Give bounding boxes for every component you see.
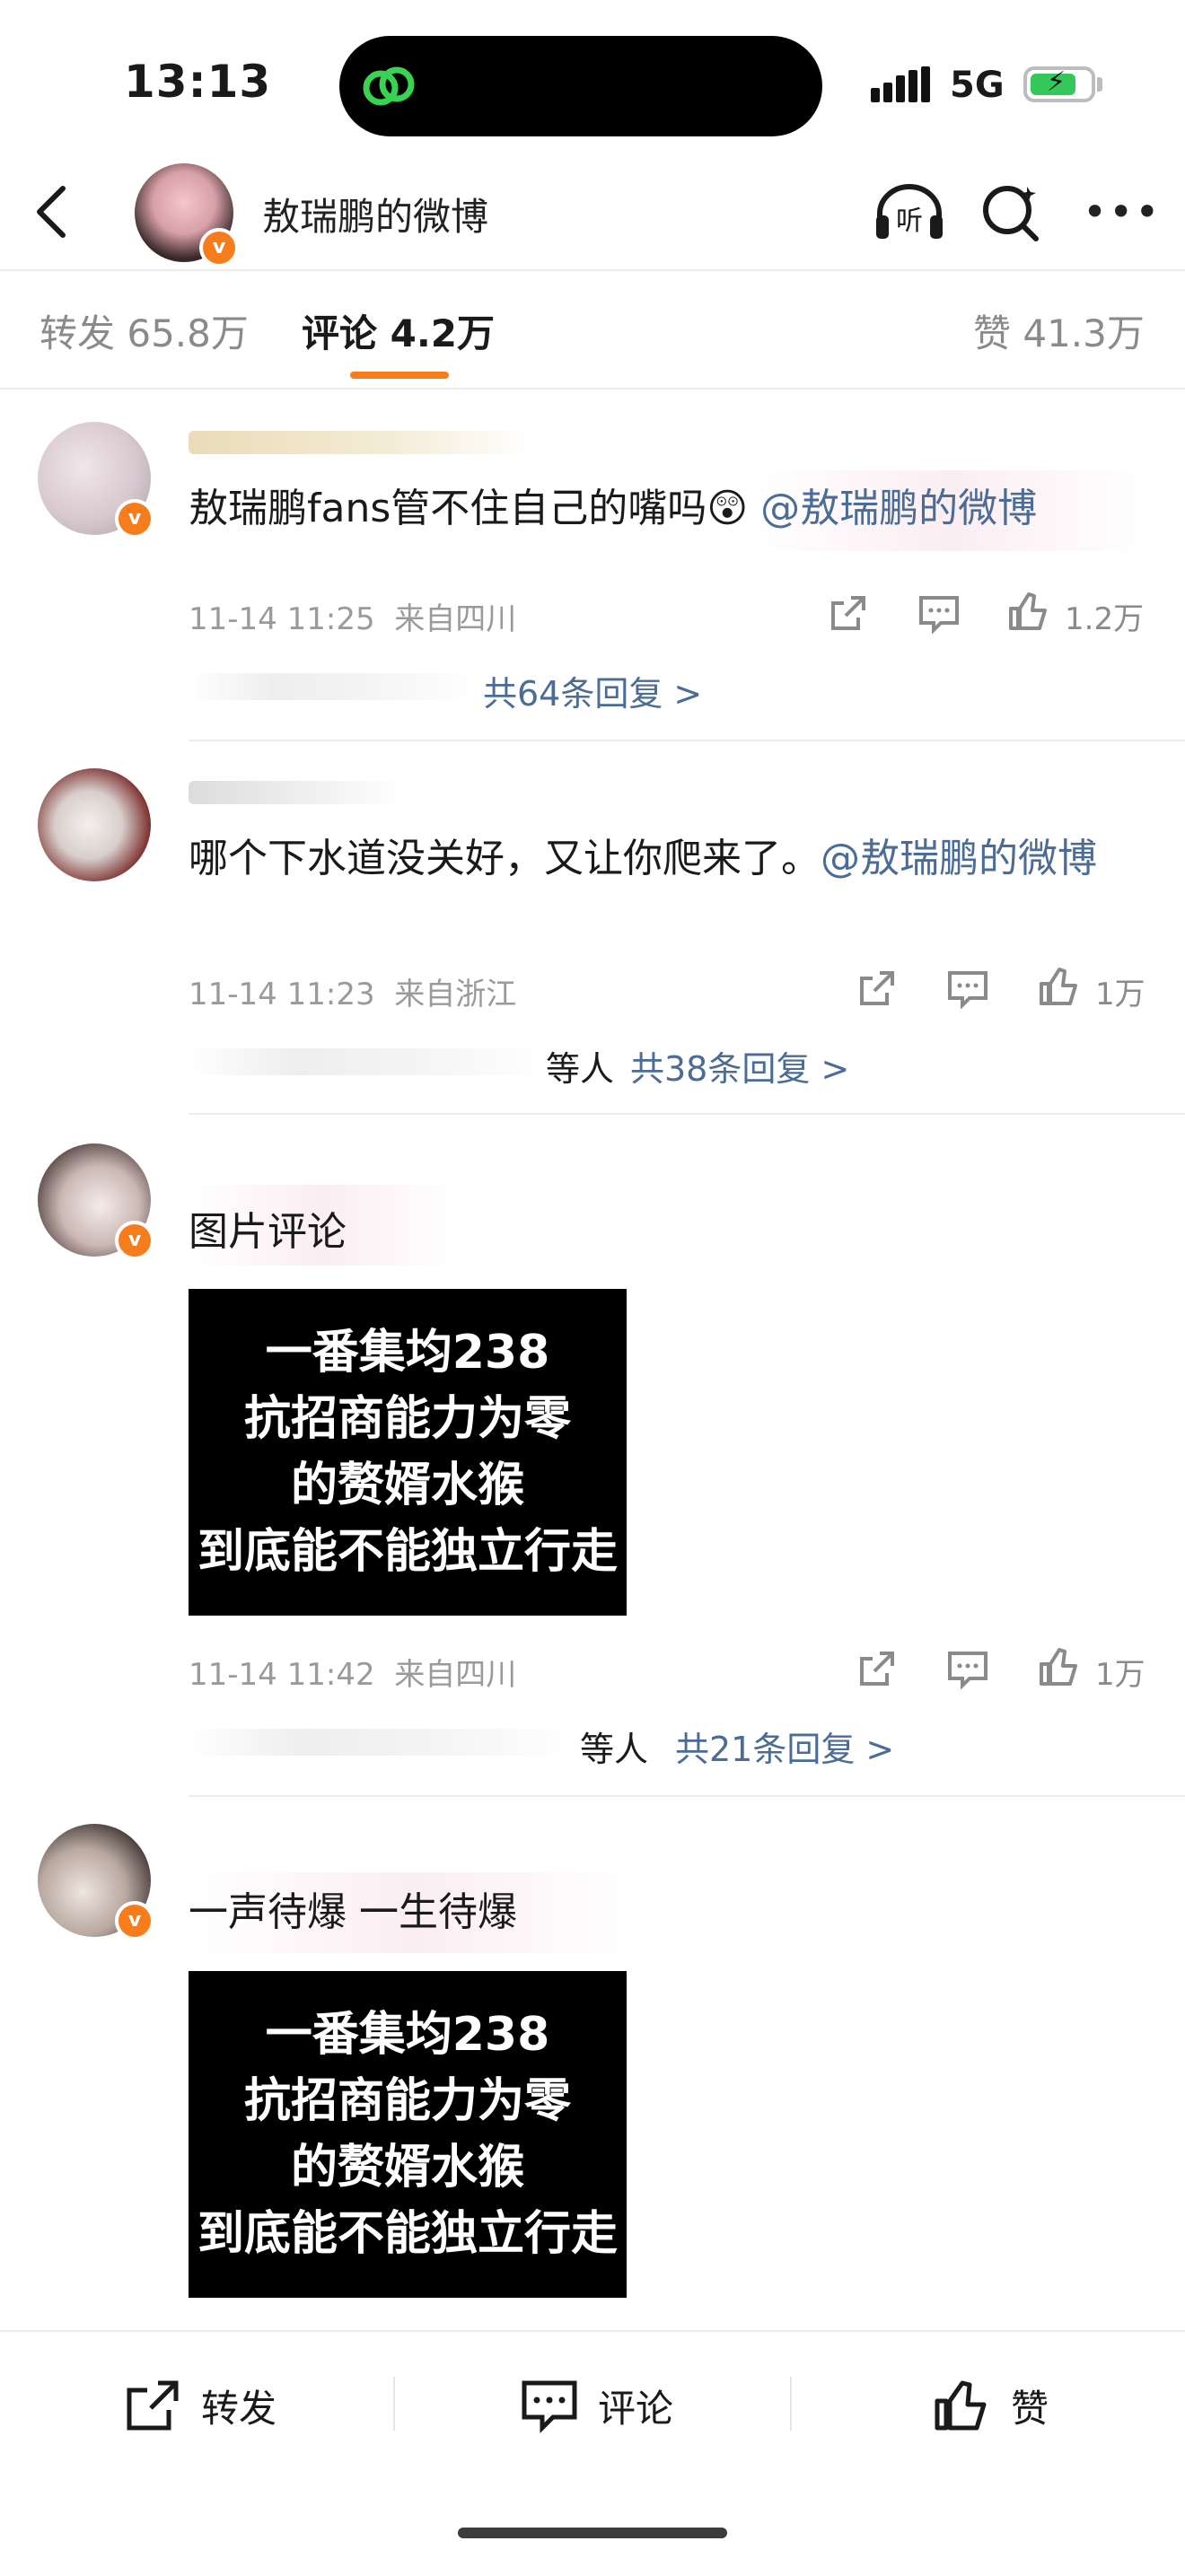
- comment-button[interactable]: 评论: [519, 2370, 673, 2441]
- comment-label: 评论: [598, 2386, 674, 2431]
- share-icon[interactable]: [855, 1648, 898, 1689]
- image-text-line: 到底能不能独立行走: [197, 2207, 618, 2261]
- comment-meta: 11-14 11:42 来自四川: [189, 1657, 517, 1693]
- like-icon[interactable]: [1038, 1646, 1081, 1687]
- comment-avatar[interactable]: v: [38, 422, 154, 539]
- status-time: 13:13: [124, 56, 272, 108]
- image-text-line: 的赘婿水猴: [290, 2141, 524, 2195]
- replier-names-redacted: [189, 1729, 575, 1756]
- page-title[interactable]: 敖瑞鹏的微博: [262, 187, 488, 241]
- profile-avatar[interactable]: v: [135, 163, 239, 267]
- tab-repost[interactable]: 转发 65.8万: [40, 303, 249, 358]
- active-tab-indicator: [350, 372, 449, 379]
- image-text-line: 抗招商能力为零: [243, 2074, 571, 2128]
- like-count: 1.2万: [1065, 601, 1145, 637]
- comment-text: 敖瑞鹏fans管不住自己的嘴吗😲 @敖瑞鹏的微博: [189, 486, 1038, 531]
- dynamic-island: [339, 36, 822, 136]
- comment-meta: 11-14 11:25 来自四川: [189, 601, 517, 637]
- comment-text: 图片评论: [189, 1209, 347, 1255]
- comment-text: 一声待爆 一生待爆: [189, 1889, 517, 1935]
- like-count: 1万: [1095, 977, 1146, 1012]
- image-text-line: 一番集均238: [265, 1326, 550, 1380]
- more-options-icon[interactable]: •••: [1083, 191, 1161, 232]
- home-indicator: [458, 2528, 727, 2538]
- comment-image[interactable]: 一番集均238 抗招商能力为零 的赘婿水猴 到底能不能独立行走: [189, 1289, 627, 1616]
- mention-link[interactable]: @敖瑞鹏的微博: [760, 486, 1037, 531]
- comment-divider: [189, 1113, 1185, 1115]
- comment-avatar[interactable]: v: [38, 1824, 154, 1941]
- comment-icon[interactable]: [946, 968, 989, 1009]
- comment-image[interactable]: 一番集均238 抗招商能力为零 的赘婿水猴 到底能不能独立行走: [189, 1971, 627, 2298]
- like-icon[interactable]: [1007, 591, 1050, 632]
- comment-icon[interactable]: [917, 592, 961, 634]
- signal-icon: [871, 66, 930, 102]
- comment-icon[interactable]: [946, 1648, 989, 1689]
- bottom-separator: [790, 2377, 792, 2431]
- share-icon[interactable]: [855, 968, 898, 1009]
- comment-meta: 11-14 11:23 来自浙江: [189, 977, 517, 1012]
- view-replies-link[interactable]: 共38条回复 >: [630, 1041, 849, 1091]
- repost-label: 转发: [201, 2386, 277, 2431]
- view-replies-link[interactable]: 共64条回复 >: [483, 666, 702, 715]
- listen-headphones-icon[interactable]: 听: [871, 180, 948, 244]
- comment-icon: [522, 2380, 577, 2433]
- like-count: 1万: [1095, 1657, 1146, 1693]
- image-text-line: 一番集均238: [265, 2008, 550, 2062]
- bottom-action-bar: [0, 2330, 1185, 2576]
- comment-divider: [189, 1795, 1185, 1797]
- verified-badge-icon: v: [115, 499, 154, 539]
- tab-likes[interactable]: 赞 41.3万: [973, 303, 1145, 358]
- search-icon[interactable]: [980, 180, 1043, 244]
- replies-prefix: 等人: [580, 1730, 649, 1769]
- back-arrow-icon[interactable]: [25, 180, 79, 244]
- comment-avatar[interactable]: [38, 768, 151, 881]
- commenter-name-redacted: [189, 781, 404, 804]
- image-text-line: 抗招商能力为零: [243, 1392, 571, 1446]
- like-icon: [935, 2380, 987, 2431]
- verified-badge-icon: v: [199, 228, 239, 267]
- like-icon[interactable]: [1038, 966, 1081, 1007]
- comment-text: 哪个下水道没关好，又让你爬来了。@敖瑞鹏的微博: [189, 836, 1097, 881]
- battery-icon: ⚡: [1023, 66, 1095, 102]
- like-label: 赞: [1011, 2386, 1049, 2431]
- bottom-separator: [393, 2377, 395, 2431]
- tabs-divider: [0, 388, 1185, 390]
- comment-divider: [189, 740, 1185, 741]
- verified-badge-icon: v: [115, 1901, 154, 1941]
- mention-link[interactable]: @敖瑞鹏的微博: [821, 836, 1097, 881]
- image-text-line: 的赘婿水猴: [290, 1459, 524, 1512]
- link-app-icon: [363, 66, 415, 106]
- replier-names-redacted: [189, 673, 476, 700]
- listen-label: 听: [896, 206, 923, 237]
- image-text-line: 到底能不能独立行走: [197, 1525, 618, 1579]
- comment-avatar[interactable]: v: [38, 1143, 154, 1260]
- like-button[interactable]: 赞: [932, 2370, 1049, 2441]
- verified-badge-icon: v: [115, 1221, 154, 1260]
- replier-names-redacted: [189, 1048, 548, 1075]
- share-icon[interactable]: [826, 592, 869, 634]
- battery-tip: [1097, 77, 1102, 92]
- header-divider: [0, 269, 1185, 271]
- repost-icon: [127, 2380, 179, 2431]
- view-replies-link[interactable]: 共21条回复 >: [675, 1722, 894, 1771]
- repost-button[interactable]: 转发: [122, 2370, 276, 2441]
- network-type: 5G: [950, 65, 1005, 106]
- tab-comments[interactable]: 评论 4.2万: [302, 303, 495, 358]
- commenter-name-redacted: [189, 431, 530, 454]
- replies-prefix: 等人: [546, 1049, 615, 1089]
